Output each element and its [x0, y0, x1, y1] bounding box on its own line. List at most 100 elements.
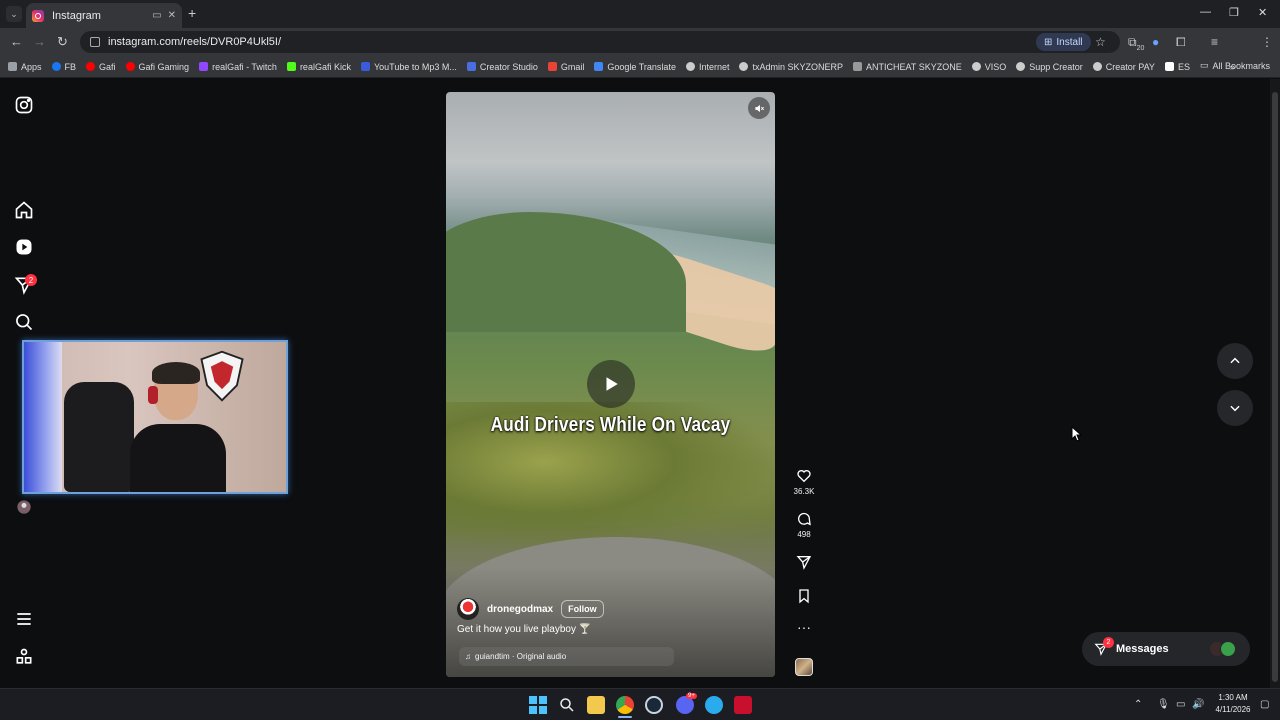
audio-thumbnail[interactable] — [795, 658, 813, 676]
reel-description[interactable]: Get it how you live playboy 🍸 — [457, 624, 591, 635]
restore-icon[interactable]: ❐ — [1229, 6, 1239, 19]
new-tab-button[interactable]: + — [188, 5, 196, 21]
chrome-menu-icon[interactable]: ⋮ — [1261, 35, 1273, 49]
bookmark-supp-creator[interactable]: Supp Creator — [1016, 62, 1083, 72]
like-button[interactable]: 36.3K — [788, 468, 820, 496]
bookmark-creator-pay[interactable]: Creator PAY — [1092, 62, 1155, 72]
discord-badge: 9+ — [686, 693, 697, 699]
comment-icon — [798, 512, 811, 526]
save-button[interactable] — [788, 588, 820, 607]
close-tab-icon[interactable]: ✕ — [168, 10, 176, 21]
bookmark-creator-studio[interactable]: Creator Studio — [466, 62, 538, 72]
music-note-icon: ♫ — [465, 652, 471, 661]
vpn-extension-icon[interactable]: ● — [1152, 35, 1159, 49]
author-username[interactable]: dronegodmax — [487, 604, 553, 615]
profile-avatar-icon[interactable] — [14, 497, 34, 517]
extension-icon[interactable]: ⧉20 — [1128, 35, 1145, 52]
bookmark-anticheat[interactable]: ANTICHEAT SKYZONE — [853, 62, 962, 72]
share-button[interactable] — [788, 554, 820, 573]
media-controls-icon[interactable]: ≡ — [1211, 35, 1218, 49]
extension-badge: 20 — [1136, 45, 1145, 52]
windows-taskbar — [0, 688, 1280, 720]
minimize-icon[interactable]: — — [1200, 6, 1211, 18]
network-icon[interactable]: ▭ — [1176, 699, 1185, 710]
microphone-icon[interactable]: 🎙 — [1157, 699, 1170, 710]
folder-icon: ▭ — [1199, 60, 1209, 70]
also-from-meta-icon[interactable] — [14, 647, 34, 667]
active-tab[interactable]: Instagram ▭ ✕ — [26, 3, 182, 28]
forward-icon[interactable]: → — [33, 34, 46, 49]
comment-button[interactable]: 498 — [788, 511, 820, 539]
clock-time: 1:30 AM — [1218, 693, 1248, 702]
share-icon — [796, 556, 812, 570]
messages-button[interactable]: 2 Messages — [1082, 632, 1250, 666]
author-avatar[interactable] — [457, 598, 479, 620]
bookmark-gafi-gaming[interactable]: Gafi Gaming — [125, 62, 189, 72]
mouse-cursor-icon — [1071, 426, 1082, 442]
search-icon[interactable] — [14, 312, 34, 332]
install-app-button[interactable]: ⊞ Install — [1036, 33, 1091, 51]
home-icon[interactable] — [14, 200, 34, 220]
comment-count: 498 — [797, 530, 811, 539]
address-bar[interactable]: instagram.com/reels/DVR0P4Ukl5I/ — [80, 31, 1120, 53]
follow-button[interactable]: Follow — [561, 600, 604, 618]
active-app-indicator — [618, 716, 632, 718]
bookmark-icon — [799, 589, 809, 604]
site-info-icon[interactable] — [90, 37, 100, 47]
notification-badge: 2 — [25, 274, 37, 286]
bookmark-apps[interactable]: Apps — [8, 62, 42, 72]
bookmark-kick[interactable]: realGafi Kick — [286, 62, 351, 72]
message-avatars — [1209, 641, 1236, 657]
tray-overflow-icon[interactable]: ⌃ — [1134, 699, 1142, 710]
instagram-favicon-icon — [32, 9, 44, 22]
adobe-app-icon[interactable] — [734, 696, 752, 714]
taskbar-clock[interactable]: 1:30 AM 4/11/2026 — [1208, 692, 1258, 716]
heart-icon — [797, 470, 811, 483]
reel-caption-overlay: Audi Drivers While On Vacay — [490, 414, 731, 436]
mute-icon[interactable] — [748, 97, 770, 119]
telegram-icon[interactable] — [705, 696, 723, 714]
bookmark-youtube-mp3[interactable]: YouTube to Mp3 M... — [360, 62, 457, 72]
url-text: instagram.com/reels/DVR0P4Ukl5I/ — [108, 36, 282, 48]
bookmark-internet[interactable]: Internet — [685, 62, 729, 72]
reel-author-row: dronegodmax Follow — [457, 598, 604, 620]
instagram-logo-icon[interactable] — [14, 95, 34, 115]
audio-attribution[interactable]: ♫ guiandtim · Original audio — [459, 647, 674, 666]
file-explorer-icon[interactable] — [587, 696, 605, 714]
browser-tab-strip: ⌄ Instagram ▭ ✕ + — ❐ ✕ — [0, 0, 1280, 28]
more-options-icon[interactable]: ··· — [788, 620, 820, 634]
reels-icon[interactable] — [14, 237, 34, 257]
chevron-down-icon — [1230, 405, 1240, 412]
messages-label: Messages — [1116, 643, 1169, 655]
notifications-icon[interactable]: ▢ — [1260, 699, 1269, 710]
like-count: 36.3K — [793, 487, 815, 496]
play-icon[interactable] — [587, 360, 635, 408]
bookmark-fb[interactable]: FB — [51, 62, 76, 72]
steam-icon[interactable] — [645, 696, 663, 714]
bookmark-star-icon[interactable]: ☆ — [1095, 35, 1106, 49]
bookmark-gmail[interactable]: Gmail — [547, 62, 584, 72]
tab-media-icon[interactable]: ▭ — [152, 10, 161, 21]
extensions-puzzle-icon[interactable]: ⧠ — [1176, 35, 1186, 50]
scrollbar-thumb[interactable] — [1272, 92, 1278, 682]
bookmark-txadmin[interactable]: txAdmin SKYZONERP — [739, 62, 843, 72]
all-bookmarks-button[interactable]: ▭ All Bookmarks — [1200, 60, 1270, 71]
bookmark-google-translate[interactable]: Google Translate — [594, 62, 676, 72]
close-window-icon[interactable]: ✕ — [1258, 6, 1267, 19]
menu-icon[interactable] — [14, 609, 34, 629]
reload-icon[interactable]: ↻ — [57, 34, 68, 50]
volume-icon[interactable]: 🔊 — [1192, 699, 1204, 710]
next-reel-button[interactable] — [1217, 390, 1253, 426]
bookmark-twitch[interactable]: realGafi - Twitch — [199, 62, 277, 72]
streamer-logo-icon — [200, 350, 244, 402]
chrome-taskbar-icon[interactable] — [616, 696, 634, 714]
tab-search-button[interactable]: ⌄ — [6, 6, 22, 22]
windows-start-icon[interactable] — [529, 696, 547, 714]
taskbar-search-icon[interactable] — [558, 696, 576, 714]
back-icon[interactable]: ← — [10, 34, 23, 49]
bookmark-gafi[interactable]: Gafi — [86, 62, 116, 72]
bookmark-viso[interactable]: VISO — [971, 62, 1006, 72]
bookmarks-bar: Apps FB Gafi Gafi Gaming realGafi - Twit… — [0, 56, 1280, 78]
bookmark-es[interactable]: ES — [1164, 62, 1190, 72]
previous-reel-button[interactable] — [1217, 343, 1253, 379]
